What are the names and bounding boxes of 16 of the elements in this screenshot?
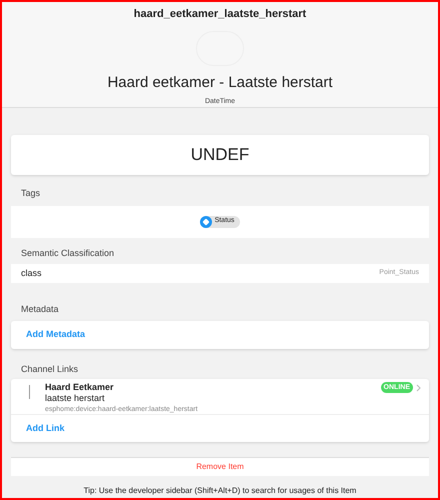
section-title: Metadata	[21, 303, 60, 316]
state-card: UNDEF	[11, 135, 429, 175]
tag-icon	[200, 216, 212, 228]
item-label: Haard eetkamer - Laatste herstart	[107, 73, 333, 93]
section-title: Channel Links	[21, 362, 80, 376]
thing-name: Haard Eetkamer	[45, 382, 115, 393]
remove-item-button[interactable]: Remove Item	[11, 457, 429, 476]
section-title: Semantic Classification	[21, 246, 116, 260]
section-title: Tags	[21, 187, 42, 200]
tip-text: Tip: Use the developer sidebar (Shift+Alt+D) to search for usages of this Item	[82, 485, 358, 497]
add-metadata-link[interactable]: Add Metadata	[26, 328, 86, 342]
chevron-icon	[416, 384, 421, 392]
add-link-link[interactable]: Add Link	[26, 422, 64, 436]
item-name: haard_eetkamer_laatste_herstart	[134, 7, 306, 22]
semantic-key: class	[21, 266, 42, 280]
channel-name: laatste herstart	[45, 393, 106, 404]
